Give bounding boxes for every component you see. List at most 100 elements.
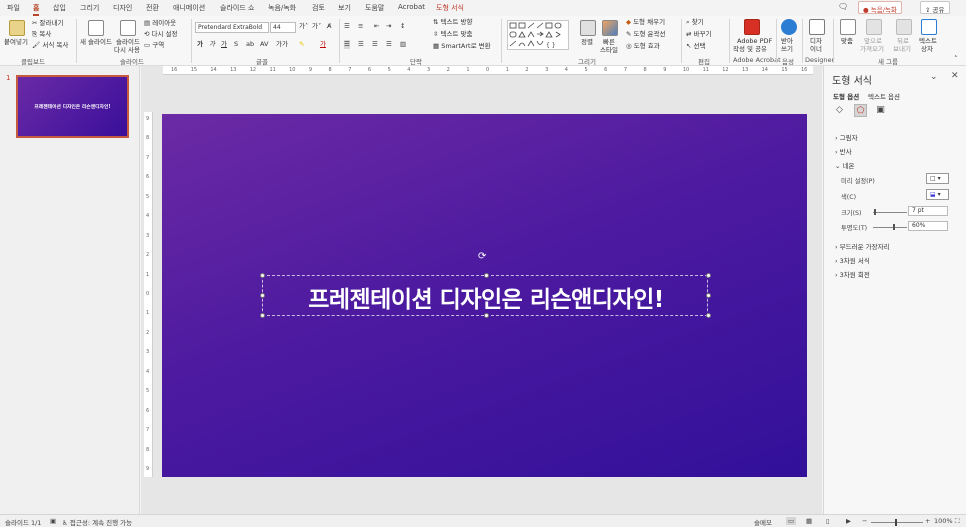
resize-handle[interactable] xyxy=(706,293,711,298)
fill-line-icon[interactable]: ◇ xyxy=(833,104,846,117)
arrange-button[interactable]: 정렬 xyxy=(581,38,593,47)
font-color-icon[interactable]: 가 xyxy=(320,40,326,49)
resize-handle[interactable] xyxy=(260,313,265,318)
zoom-out-icon[interactable]: − xyxy=(862,517,867,525)
glow-presets-dropdown[interactable]: □ ▾ xyxy=(926,173,949,184)
resize-handle[interactable] xyxy=(484,313,489,318)
fit-icon[interactable] xyxy=(840,19,856,35)
tab-shape-options[interactable]: 도형 옵션 xyxy=(833,91,859,101)
share-button[interactable]: ⇪ 공유 xyxy=(920,1,950,14)
accessibility-status[interactable]: ♿ 접근성: 계속 진행 가능 xyxy=(62,517,132,527)
slide-canvas[interactable]: ⟳ 프레젠테이션 디자인은 리슨앤디자인! xyxy=(162,114,807,477)
highlight-icon[interactable]: ✎ xyxy=(299,40,304,49)
tab-review[interactable]: 검토 xyxy=(312,3,325,13)
new-slide-button[interactable]: 새 슬라이드 xyxy=(80,38,112,47)
section-button[interactable]: ▭ 구역 xyxy=(144,41,164,50)
justify-icon[interactable]: ☰ xyxy=(386,40,392,49)
format-painter-button[interactable]: 🖌 서식 복사 xyxy=(32,41,68,50)
rotate-handle-icon[interactable]: ⟳ xyxy=(478,251,486,262)
close-icon[interactable]: ✕ xyxy=(951,71,959,81)
collapse-ribbon-icon[interactable]: ˄ xyxy=(954,55,958,63)
shapes-gallery[interactable]: { } xyxy=(507,20,569,50)
designer-icon[interactable] xyxy=(809,19,825,35)
slide-sorter-icon[interactable]: ▦ xyxy=(806,517,812,525)
fit-slide-icon[interactable]: ⛶ xyxy=(955,517,960,526)
section-soft-edges[interactable]: › 부드러운 가장자리 xyxy=(835,241,890,251)
resize-handle[interactable] xyxy=(484,273,489,278)
spacing-icon[interactable]: AV xyxy=(260,40,268,49)
send-backward-icon[interactable] xyxy=(896,19,912,35)
shape-fill-button[interactable]: ◆ 도형 채우기 xyxy=(626,18,665,27)
tab-transitions[interactable]: 전환 xyxy=(146,3,159,13)
microphone-icon[interactable] xyxy=(781,19,797,35)
decrease-indent-icon[interactable]: ⇤ xyxy=(374,22,379,31)
resize-handle[interactable] xyxy=(706,273,711,278)
select-button[interactable]: ↖ 선택 xyxy=(686,42,706,51)
change-case-icon[interactable]: 가가 xyxy=(276,40,288,49)
italic-icon[interactable]: 가 xyxy=(209,40,215,49)
tab-slideshow[interactable]: 슬라이드 쇼 xyxy=(220,3,254,13)
arrange-icon[interactable] xyxy=(580,20,596,36)
tab-record[interactable]: 녹음/녹화 xyxy=(268,3,296,13)
section-3d-rotation[interactable]: › 3차원 회전 xyxy=(835,269,870,279)
section-glow[interactable]: ⌄ 네온 xyxy=(835,160,854,170)
glow-color-dropdown[interactable]: ⬓ ▾ xyxy=(926,189,949,200)
tab-view[interactable]: 보기 xyxy=(338,3,351,13)
fit-button[interactable]: 맞춤 xyxy=(841,37,853,46)
tab-draw[interactable]: 그리기 xyxy=(80,3,99,13)
vertical-ruler[interactable]: 9 8 7 6 5 4 3 2 1 0 1 2 3 4 5 6 7 8 9 xyxy=(144,112,153,477)
glow-size-input[interactable]: 7 pt xyxy=(908,206,948,216)
section-3d-format[interactable]: › 3차원 서식 xyxy=(835,255,870,265)
zoom-slider[interactable] xyxy=(871,519,923,526)
paste-button[interactable]: 붙여넣기 xyxy=(4,38,28,47)
tab-home[interactable]: 홈 xyxy=(33,3,40,16)
shape-effects-button[interactable]: ◎ 도형 효과 xyxy=(626,42,660,51)
bring-forward-icon[interactable] xyxy=(866,19,882,35)
tab-shape-format[interactable]: 도형 서식 xyxy=(436,3,464,13)
tab-design[interactable]: 디자인 xyxy=(113,3,132,13)
zoom-in-icon[interactable]: + xyxy=(925,517,930,525)
columns-icon[interactable]: ▥ xyxy=(400,40,406,49)
shape-outline-button[interactable]: ✎ 도형 윤곽선 xyxy=(626,30,666,39)
copy-button[interactable]: ⎘ 복사 xyxy=(32,30,51,39)
smartart-button[interactable]: ▦ SmartArt로 변환 xyxy=(433,42,491,51)
zoom-level[interactable]: 100% xyxy=(934,517,953,525)
tab-text-options[interactable]: 텍스트 옵션 xyxy=(868,91,900,101)
font-name-combo[interactable]: Pretendard ExtraBold xyxy=(195,22,269,33)
text-box-icon[interactable] xyxy=(921,19,937,35)
reset-button[interactable]: ⟲ 다시 설정 xyxy=(144,30,178,39)
numbering-icon[interactable]: ≡ xyxy=(358,22,363,31)
glow-size-slider[interactable] xyxy=(873,209,907,215)
paste-icon[interactable] xyxy=(9,20,25,36)
cut-button[interactable]: ✂ 잘라내기 xyxy=(32,19,63,28)
slide-thumbnail-1[interactable]: 프레젠테이션 디자인은 리슨앤디자인! xyxy=(16,75,129,138)
find-button[interactable]: ⌕ 찾기 xyxy=(686,18,704,27)
grow-font-button[interactable]: 가˄ xyxy=(299,22,308,31)
reading-view-icon[interactable]: ▯ xyxy=(826,517,830,525)
notes-button[interactable]: 슬메모 xyxy=(754,517,772,527)
size-properties-icon[interactable]: ▣ xyxy=(874,104,887,117)
glow-transparency-slider[interactable] xyxy=(873,224,907,230)
increase-indent-icon[interactable]: ⇥ xyxy=(386,22,391,31)
align-right-icon[interactable]: ☰ xyxy=(372,40,378,49)
clear-format-icon[interactable]: A̸ xyxy=(327,22,331,31)
layout-button[interactable]: ▤ 레이아웃 xyxy=(144,19,176,28)
record-button[interactable]: ● 녹음/녹화 xyxy=(858,1,902,14)
underline-icon[interactable]: 가 xyxy=(221,40,227,49)
new-slide-icon[interactable] xyxy=(88,20,104,36)
comment-icon[interactable]: 🗨 xyxy=(838,2,848,11)
resize-handle[interactable] xyxy=(706,313,711,318)
align-center-icon[interactable]: ☰ xyxy=(358,40,364,49)
align-left-icon[interactable]: ☰ xyxy=(344,40,350,49)
resize-handle[interactable] xyxy=(260,273,265,278)
reuse-slides-icon[interactable] xyxy=(120,20,136,36)
section-shadow[interactable]: › 그림자 xyxy=(835,132,858,142)
tab-file[interactable]: 파일 xyxy=(7,3,20,13)
strikethrough-icon[interactable]: ab xyxy=(246,40,254,49)
bullets-icon[interactable]: ☰ xyxy=(344,22,350,31)
quick-styles-icon[interactable] xyxy=(602,20,618,36)
horizontal-ruler[interactable]: 16 15 14 13 12 11 10 9 8 7 6 5 4 3 2 1 0 1 2 3 4 5 6 7 8 9 10 11 12 1… xyxy=(163,66,813,75)
bold-icon[interactable]: 가 xyxy=(197,40,203,49)
line-spacing-icon[interactable]: ↕ xyxy=(400,22,405,31)
effects-icon[interactable]: ⬠ xyxy=(854,104,867,117)
